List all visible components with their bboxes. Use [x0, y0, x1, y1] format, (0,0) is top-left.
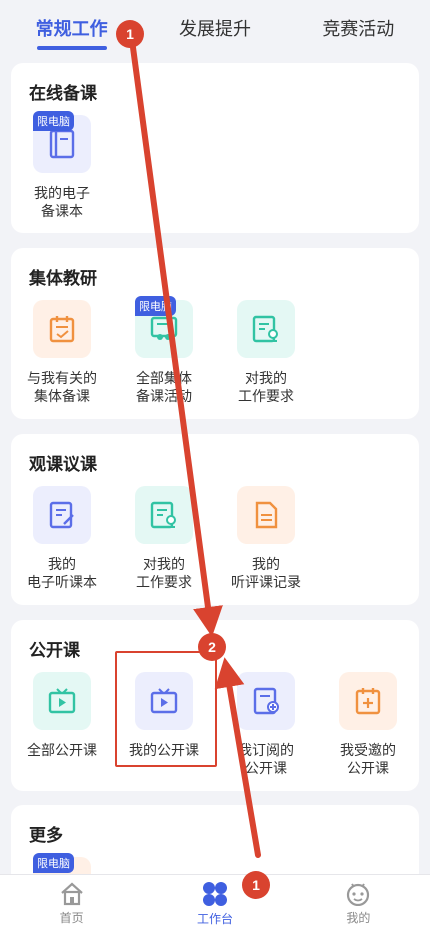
book-icon: [49, 129, 75, 159]
group-board-icon: [150, 316, 178, 340]
nav-label: 我的: [346, 910, 371, 925]
calendar-plus-icon: [355, 688, 381, 715]
section-title: 公开课: [29, 641, 80, 661]
item-label: 对我的 工作要求: [238, 371, 294, 405]
step-marker-1: 1: [116, 20, 144, 48]
nav-label: 工作台: [196, 911, 233, 926]
section-title: 观课议课: [29, 455, 97, 475]
nav-label: 首页: [59, 910, 84, 925]
item-work-requirements[interactable]: 对我的 工作要求: [211, 300, 321, 406]
step-marker-1-bottom: 1: [242, 871, 270, 899]
item-my-evaluation-records[interactable]: 我的 听评课记录: [211, 486, 321, 592]
item-label: 我的 听评课记录: [231, 557, 301, 591]
tab-development[interactable]: 发展提升: [143, 0, 286, 56]
pc-only-badge: 限电脑: [135, 296, 176, 316]
home-icon: [60, 882, 83, 905]
icon-box: [135, 486, 193, 544]
item-label: 我订阅的 公开课: [238, 743, 294, 777]
pc-only-badge: 限电脑: [33, 111, 74, 131]
top-tab-bar: 常规工作 发展提升 竞赛活动: [0, 0, 430, 56]
item-work-requirements[interactable]: 对我的 工作要求: [109, 486, 219, 592]
icon-box: [237, 300, 295, 358]
item-my-electronic-listening-book[interactable]: 我的 电子听课本: [7, 486, 117, 592]
pc-only-badge: 限电脑: [33, 853, 74, 873]
icon-box: [33, 672, 91, 730]
document-icon: [255, 501, 278, 529]
icon-box: [339, 672, 397, 730]
item-label: 我的 电子听课本: [27, 557, 97, 591]
item-all-collective-activities[interactable]: 限电脑 全部集体 备课活动: [109, 296, 219, 406]
section-online-prep: 在线备课 限电脑 我的电子 备课本: [11, 63, 419, 233]
icon-box: [33, 486, 91, 544]
item-label: 我的电子 备课本: [34, 186, 90, 220]
certificate-icon: [252, 315, 278, 343]
nav-profile[interactable]: 我的: [287, 875, 430, 932]
item-label: 我受邀的 公开课: [340, 743, 396, 777]
section-lesson-observation: 观课议课 我的 电子听课本 对我的 工作要求 我的 听评课记录: [11, 434, 419, 605]
item-invited-open-classes[interactable]: 我受邀的 公开课: [313, 672, 423, 778]
item-label: 对我的 工作要求: [136, 557, 192, 591]
item-label: 全部公开课: [27, 743, 97, 759]
icon-box: [33, 300, 91, 358]
item-related-collective-prep[interactable]: 与我有关的 集体备课: [7, 300, 117, 406]
tv-play-icon: [48, 688, 76, 714]
section-title: 在线备课: [29, 84, 97, 104]
section-title: 集体教研: [29, 269, 97, 289]
bottom-nav-bar: 首页 工作台 我的: [0, 874, 430, 932]
section-title: 更多: [29, 826, 63, 846]
icon-box: [237, 672, 295, 730]
icon-box: [237, 486, 295, 544]
section-collective-research: 集体教研 与我有关的 集体备课 限电脑 全部集体 备课活动 对我的 工作要求: [11, 248, 419, 419]
item-my-electronic-lesson-book[interactable]: 限电脑 我的电子 备课本: [7, 111, 117, 221]
item-subscribed-open-classes[interactable]: 我订阅的 公开课: [211, 672, 321, 778]
item-label: 与我有关的 集体备课: [27, 371, 97, 405]
nav-home[interactable]: 首页: [0, 875, 143, 932]
subscribe-doc-icon: [253, 687, 279, 715]
icon-box: 限电脑: [33, 111, 91, 173]
workbench-icon: [202, 881, 227, 906]
calendar-check-icon: [49, 316, 75, 343]
tab-competition[interactable]: 竞赛活动: [287, 0, 430, 56]
section-more: 更多 限电脑: [11, 805, 419, 885]
icon-box: 限电脑: [135, 296, 193, 358]
highlight-my-open-classes: [115, 651, 217, 767]
edit-doc-icon: [49, 501, 74, 529]
certificate-icon: [150, 501, 176, 529]
step-marker-2: 2: [198, 633, 226, 661]
profile-face-icon: [347, 882, 370, 906]
item-label: 全部集体 备课活动: [136, 371, 192, 405]
item-all-open-classes[interactable]: 全部公开课: [7, 672, 117, 760]
